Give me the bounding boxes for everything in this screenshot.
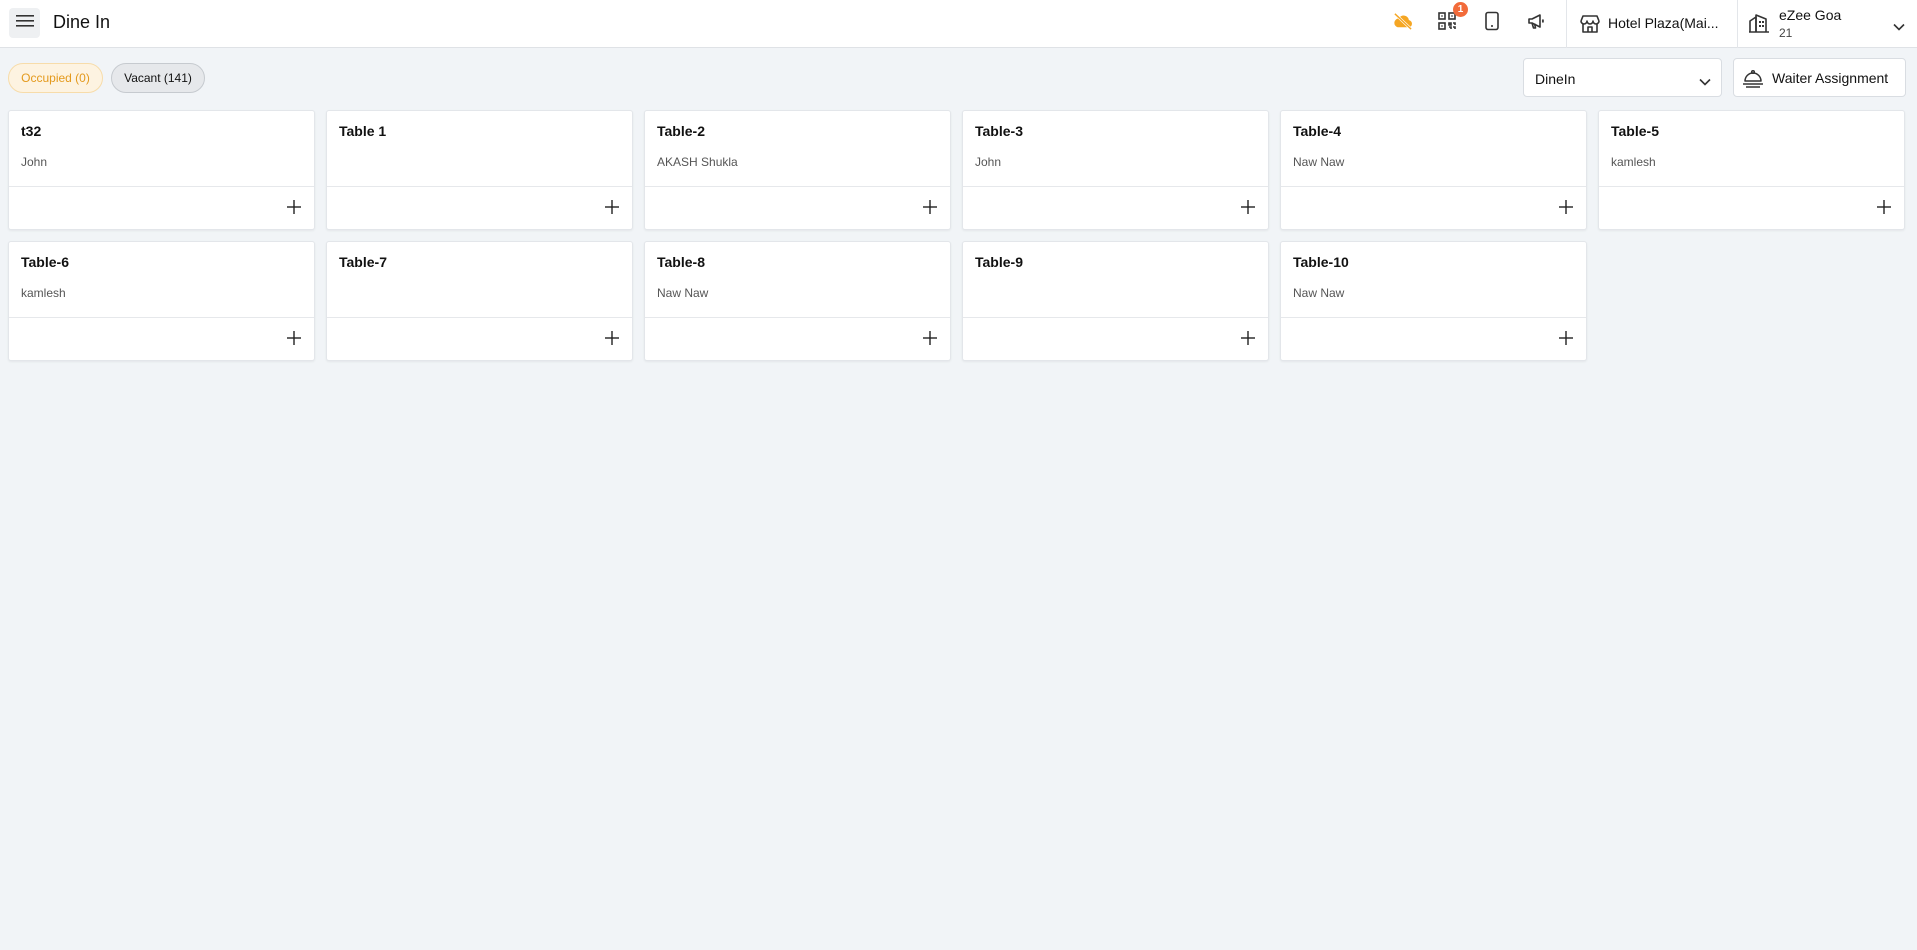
notification-badge: 1 (1453, 2, 1468, 17)
property-selector[interactable]: eZee Goa 21 (1738, 0, 1917, 48)
table-card-footer (9, 317, 314, 361)
table-card[interactable]: Table-9 (962, 241, 1269, 361)
add-order-button[interactable] (602, 330, 622, 350)
table-card-footer (963, 317, 1268, 361)
outlet-selector[interactable]: Hotel Plaza(Mai... (1566, 0, 1736, 48)
add-order-button[interactable] (284, 330, 304, 350)
table-grid: t32 John Table 1 Table-2 AKASH Shukla Ta… (8, 110, 1907, 361)
table-waiter: kamlesh (1611, 155, 1656, 169)
plus-icon (287, 330, 301, 350)
top-app-bar: Dine In 1 Hotel Plaza(Mai... eZee Goa 21 (0, 0, 1917, 48)
table-waiter: Naw Naw (657, 286, 709, 300)
table-card[interactable]: Table-3 John (962, 110, 1269, 230)
announcements-button[interactable] (1523, 10, 1549, 36)
table-card[interactable]: Table-2 AKASH Shukla (644, 110, 951, 230)
table-card-footer (1599, 186, 1904, 230)
table-card[interactable]: Table-8 Naw Naw (644, 241, 951, 361)
add-order-button[interactable] (284, 199, 304, 219)
filter-occupied-chip[interactable]: Occupied (0) (8, 63, 103, 93)
add-order-button[interactable] (602, 199, 622, 219)
table-card-footer (9, 186, 314, 230)
chevron-down-icon (1699, 73, 1711, 91)
add-order-button[interactable] (920, 199, 940, 219)
table-card[interactable]: Table-10 Naw Naw (1280, 241, 1587, 361)
menu-icon (15, 14, 34, 33)
table-name: Table-8 (657, 254, 705, 270)
plus-icon (1241, 199, 1255, 219)
plus-icon (1559, 199, 1573, 219)
plus-icon (605, 330, 619, 350)
plus-icon (923, 330, 937, 350)
service-type-value: DineIn (1535, 71, 1576, 87)
qr-orders-button[interactable]: 1 (1434, 2, 1468, 36)
plus-icon (1241, 330, 1255, 350)
table-name: Table-2 (657, 123, 705, 139)
table-name: Table 1 (339, 123, 387, 139)
cloud-off-icon (1392, 12, 1414, 35)
offline-status-button[interactable] (1390, 10, 1416, 36)
table-name: Table-4 (1293, 123, 1341, 139)
table-name: Table-5 (1611, 123, 1659, 139)
store-icon (1579, 13, 1601, 40)
plus-icon (605, 199, 619, 219)
table-card-footer (1281, 186, 1586, 230)
table-waiter: kamlesh (21, 286, 66, 300)
table-card[interactable]: t32 John (8, 110, 315, 230)
table-card-footer (327, 186, 632, 230)
add-order-button[interactable] (920, 330, 940, 350)
building-icon (1748, 12, 1770, 39)
tablet-icon (1484, 11, 1500, 36)
table-waiter: John (975, 155, 1002, 169)
table-card-footer (645, 317, 950, 361)
table-card[interactable]: Table-5 kamlesh (1598, 110, 1905, 230)
plus-icon (1877, 199, 1891, 219)
table-card-footer (327, 317, 632, 361)
table-card[interactable]: Table-6 kamlesh (8, 241, 315, 361)
menu-button[interactable] (9, 8, 40, 38)
add-order-button[interactable] (1238, 199, 1258, 219)
table-card-footer (963, 186, 1268, 230)
service-type-select[interactable]: DineIn (1523, 58, 1722, 97)
add-order-button[interactable] (1556, 330, 1576, 350)
table-card-footer (645, 186, 950, 230)
table-name: t32 (21, 123, 42, 139)
table-name: Table-6 (21, 254, 69, 270)
table-waiter: John (21, 155, 48, 169)
outlet-name: Hotel Plaza(Mai... (1608, 15, 1719, 31)
table-name: Table-10 (1293, 254, 1349, 270)
megaphone-icon (1526, 11, 1546, 36)
property-code: 21 (1779, 26, 1793, 40)
filter-vacant-chip[interactable]: Vacant (141) (111, 63, 205, 93)
table-card-footer (1281, 317, 1586, 361)
plus-icon (1559, 330, 1573, 350)
plus-icon (287, 199, 301, 219)
table-waiter: AKASH Shukla (657, 155, 738, 169)
table-name: Table-3 (975, 123, 1023, 139)
table-name: Table-7 (339, 254, 387, 270)
table-waiter: Naw Naw (1293, 286, 1345, 300)
add-order-button[interactable] (1556, 199, 1576, 219)
add-order-button[interactable] (1238, 330, 1258, 350)
device-button[interactable] (1479, 10, 1505, 36)
waiter-assignment-label: Waiter Assignment (1772, 70, 1889, 86)
table-name: Table-9 (975, 254, 1023, 270)
table-card[interactable]: Table-4 Naw Naw (1280, 110, 1587, 230)
table-card[interactable]: Table-7 (326, 241, 633, 361)
property-name: eZee Goa (1779, 7, 1842, 23)
page-title: Dine In (53, 12, 111, 32)
plus-icon (923, 199, 937, 219)
waiter-assignment-button[interactable]: Waiter Assignment (1733, 58, 1906, 97)
chevron-down-icon (1893, 18, 1905, 36)
table-card[interactable]: Table 1 (326, 110, 633, 230)
add-order-button[interactable] (1874, 199, 1894, 219)
table-waiter: Naw Naw (1293, 155, 1345, 169)
waiter-icon (1742, 67, 1764, 94)
